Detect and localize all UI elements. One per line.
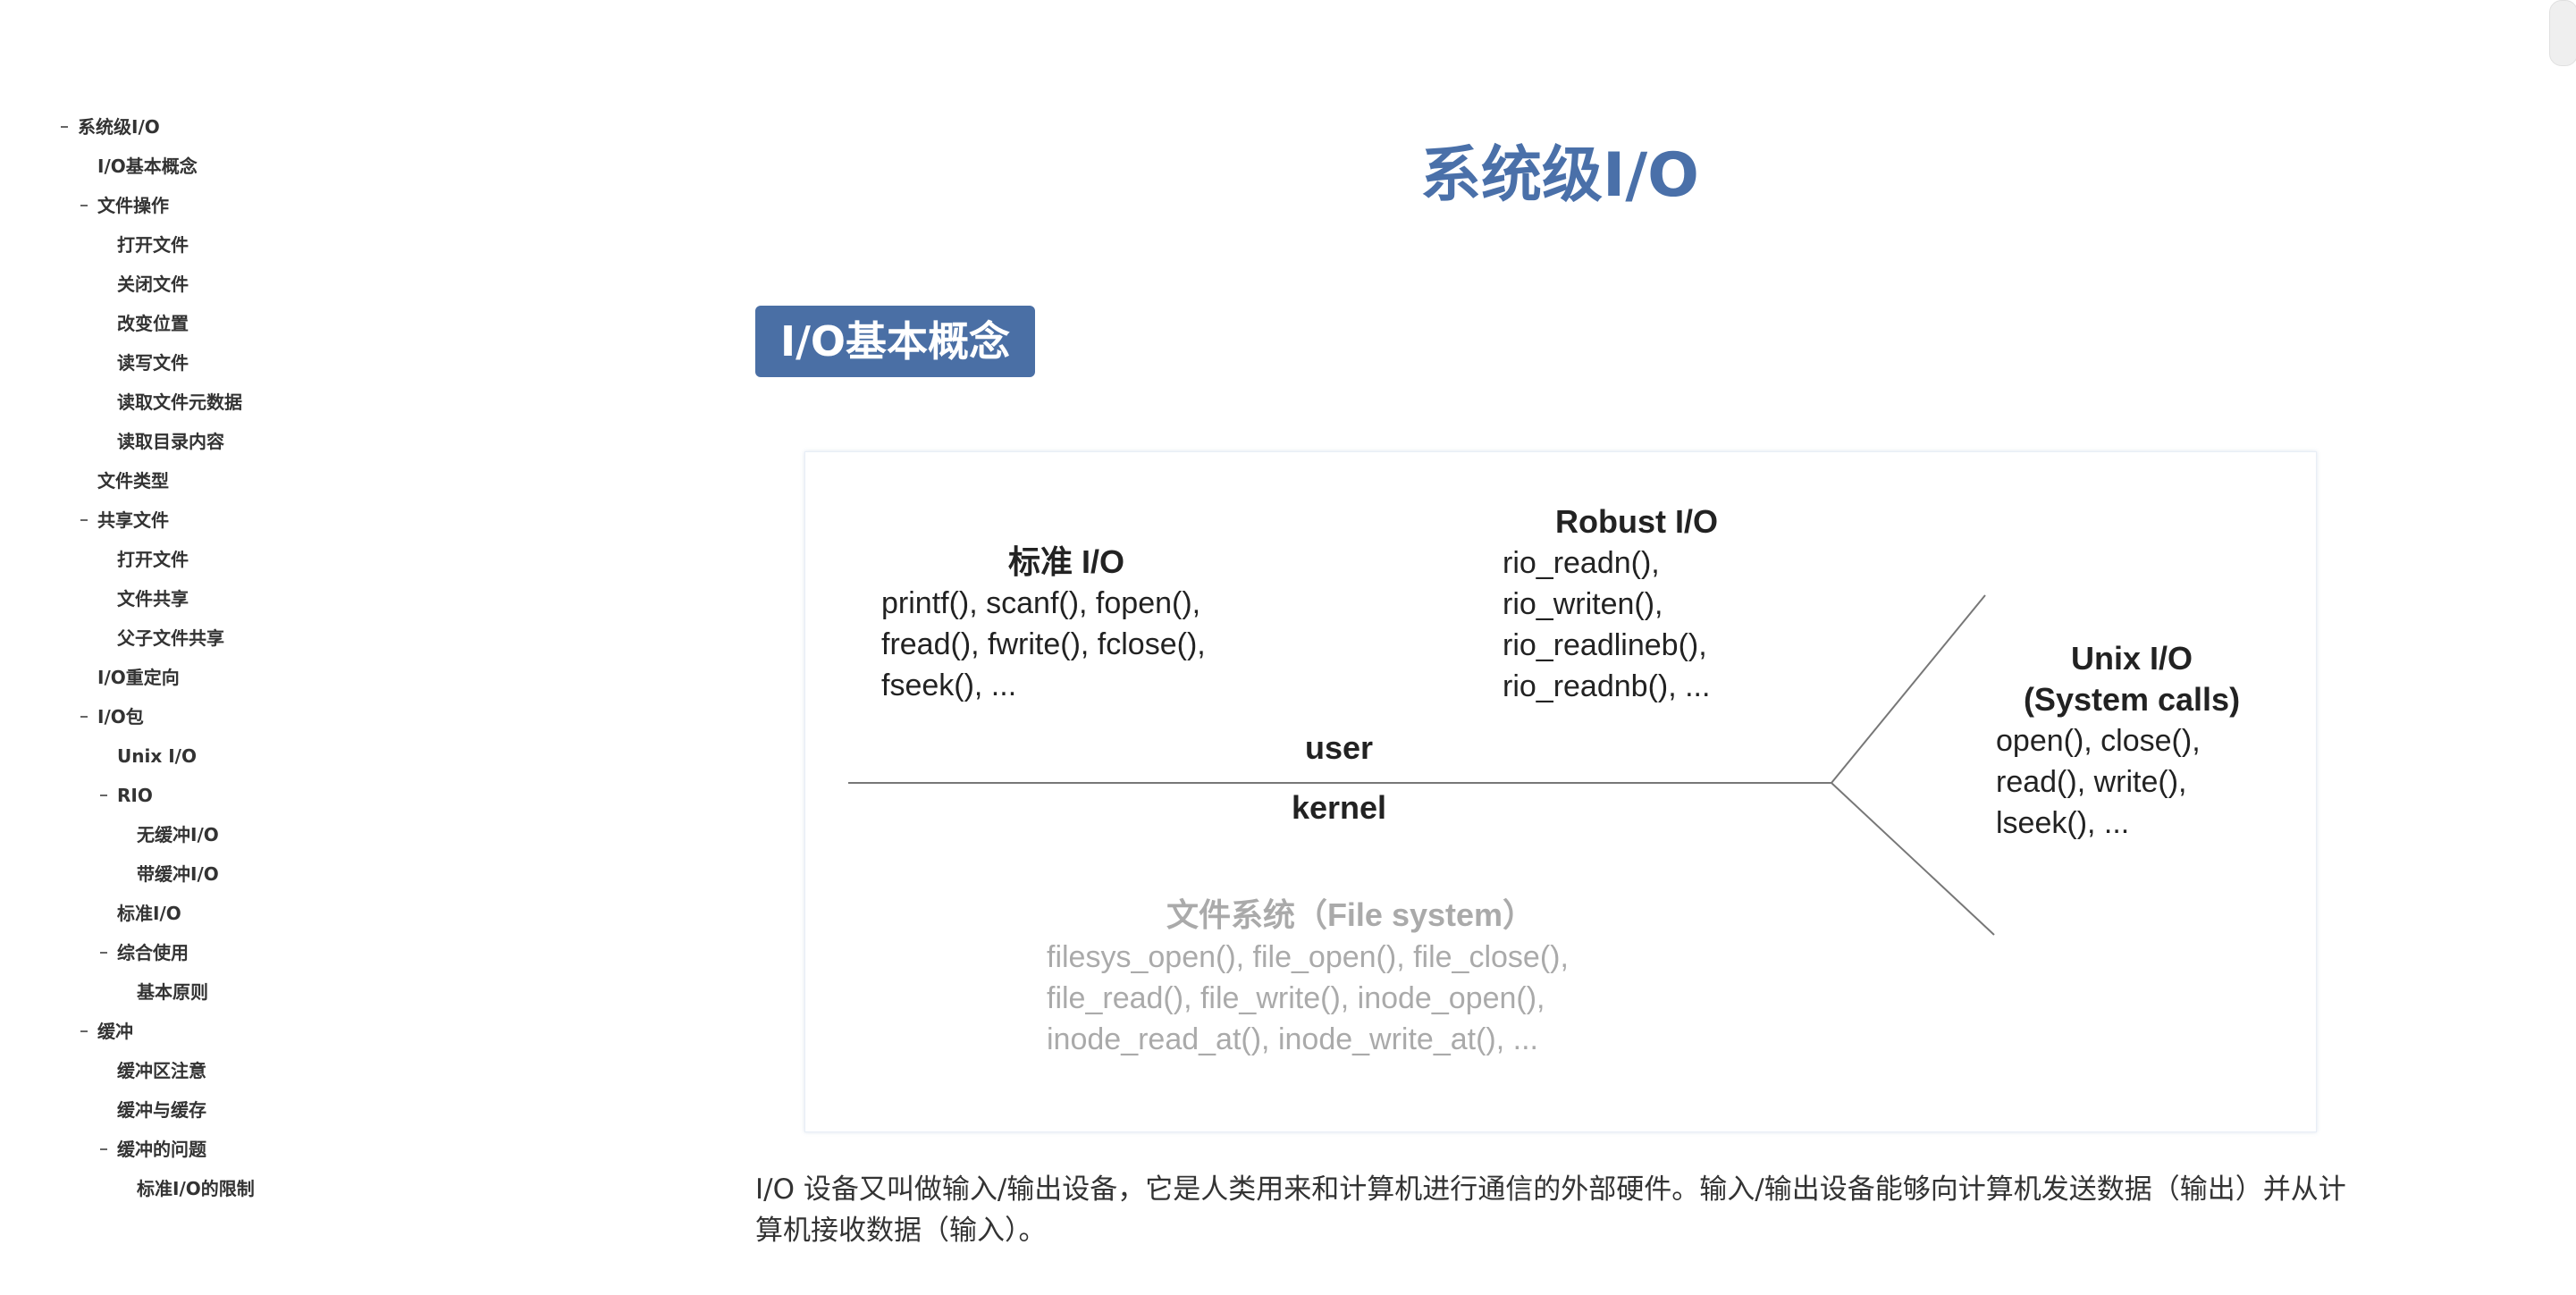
toc-item-label: 缓冲的问题 [117,1139,206,1160]
toc-item-label: 文件共享 [117,588,189,610]
toc-item-label: 系统级I/O [78,116,160,138]
robust-io-line: rio_readn(), [1503,546,1660,580]
kernel-label: kernel [1292,789,1386,826]
toc-item[interactable]: 基本原则 [54,972,518,1012]
toc-item[interactable]: 标准I/O的限制 [54,1169,518,1208]
toc-item[interactable]: 读写文件 [54,343,518,383]
file-system-line: inode_read_at(), inode_write_at(), ... [1047,1022,1538,1056]
collapse-icon[interactable] [100,795,107,796]
toc-item[interactable]: 无缓冲I/O [54,815,518,854]
toc-item-label: 缓冲与缓存 [117,1099,206,1121]
toc-item-label: 打开文件 [117,549,189,570]
unix-io-line: lseek(), ... [1996,806,2129,840]
toc-item[interactable]: 缓冲的问题 [54,1130,518,1169]
scrollbar-thumb[interactable] [2549,0,2576,66]
toc-item-label: 父子文件共享 [117,627,224,649]
toc-item[interactable]: 关闭文件 [54,265,518,304]
toc-item-label: 无缓冲I/O [137,824,219,845]
toc-item-label: 打开文件 [117,234,189,256]
file-system-line: file_read(), file_write(), inode_open(), [1047,981,1545,1015]
toc-item[interactable]: 带缓冲I/O [54,854,518,894]
toc-item-label: 文件类型 [97,470,169,492]
file-system-line: filesys_open(), file_open(), file_close(… [1047,940,1569,974]
robust-io-title: Robust I/O [1555,503,1718,540]
collapse-icon[interactable] [80,716,88,718]
standard-io-title: 标准 I/O [1008,543,1124,580]
standard-io-line: fseek(), ... [881,669,1016,702]
toc-item[interactable]: 打开文件 [54,540,518,579]
toc-item-label: 标准I/O [117,903,181,924]
toc-item[interactable]: I/O基本概念 [54,147,518,186]
toc-item-label: 综合使用 [117,942,189,963]
toc-item-label: 缓冲区注意 [117,1060,206,1081]
toc-item-label: 改变位置 [117,313,189,334]
user-label: user [1305,729,1373,766]
toc-item[interactable]: 文件类型 [54,461,518,500]
toc-item[interactable]: 文件共享 [54,579,518,618]
toc-item-label: I/O重定向 [97,667,180,688]
robust-io-line: rio_readnb(), ... [1503,669,1710,703]
robust-io-line: rio_readlineb(), [1503,628,1707,662]
io-diagram-svg: 标准 I/O printf(), scanf(), fopen(), fread… [848,503,2240,1056]
toc-item[interactable]: Unix I/O [54,736,518,776]
io-layers-figure: 标准 I/O printf(), scanf(), fopen(), fread… [804,451,2317,1132]
toc-item-label: RIO [117,785,153,806]
standard-io-line: fread(), fwrite(), fclose(), [881,627,1206,661]
collapse-icon[interactable] [100,952,107,954]
toc-item-label: I/O包 [97,706,144,727]
toc-item-label: 缓冲 [97,1021,133,1042]
collapse-icon[interactable] [80,205,88,206]
toc-item[interactable]: 父子文件共享 [54,618,518,658]
toc-item[interactable]: I/O重定向 [54,658,518,697]
unix-io-upper-line [1831,594,1986,784]
collapse-icon[interactable] [100,1148,107,1150]
toc-item-label: I/O基本概念 [97,156,198,177]
table-of-contents: 系统级I/O I/O基本概念 文件操作 打开文件 关闭文件 改变位置 读写文件 读取文件元数据… [54,107,518,1208]
toc-item[interactable]: 标准I/O [54,894,518,933]
toc-item[interactable]: 综合使用 [54,933,518,972]
toc-item[interactable]: 改变位置 [54,304,518,343]
toc-item[interactable]: I/O包 [54,697,518,736]
unix-io-line: open(), close(), [1996,724,2201,758]
toc-item-label: 标准I/O的限制 [137,1178,255,1199]
toc-item-label: 读取目录内容 [117,431,224,452]
toc-item[interactable]: 系统级I/O [54,107,518,147]
unix-io-title: Unix I/O [2071,640,2193,677]
toc-item-label: 读取文件元数据 [117,391,242,413]
toc-item[interactable]: 缓冲与缓存 [54,1090,518,1130]
toc-item-label: 基本原则 [137,981,208,1003]
toc-item[interactable]: 读取文件元数据 [54,383,518,422]
collapse-icon[interactable] [61,126,68,128]
robust-io-line: rio_writen(), [1503,587,1663,621]
toc-item[interactable]: 打开文件 [54,225,518,265]
toc-item-label: 共享文件 [97,509,169,531]
toc-item[interactable]: 缓冲 [54,1012,518,1051]
file-system-title: 文件系统（File system） [1166,896,1535,933]
page-title: 系统级I/O [1420,140,1699,211]
toc-item-label: 文件操作 [97,195,169,216]
unix-io-subtitle: (System calls) [2024,681,2240,718]
toc-item-label: Unix I/O [117,745,197,767]
toc-item[interactable]: 缓冲区注意 [54,1051,518,1090]
section-heading: I/O基本概念 [755,306,1036,377]
toc-item-label: 读写文件 [117,352,189,374]
toc-item-label: 关闭文件 [117,273,189,295]
toc-item[interactable]: 文件操作 [54,186,518,225]
unix-io-lower-line [1831,782,1995,936]
collapse-icon[interactable] [80,1030,88,1032]
toc-item[interactable]: 读取目录内容 [54,422,518,461]
standard-io-line: printf(), scanf(), fopen(), [881,586,1200,620]
intro-paragraph: I/O 设备又叫做输入/输出设备，它是人类用来和计算机进行通信的外部硬件。输入/… [755,1173,2346,1247]
toc-item[interactable]: 共享文件 [54,500,518,540]
collapse-icon[interactable] [80,519,88,521]
toc-item[interactable]: RIO [54,776,518,815]
unix-io-line: read(), write(), [1996,765,2186,799]
toc-item-label: 带缓冲I/O [137,863,219,885]
